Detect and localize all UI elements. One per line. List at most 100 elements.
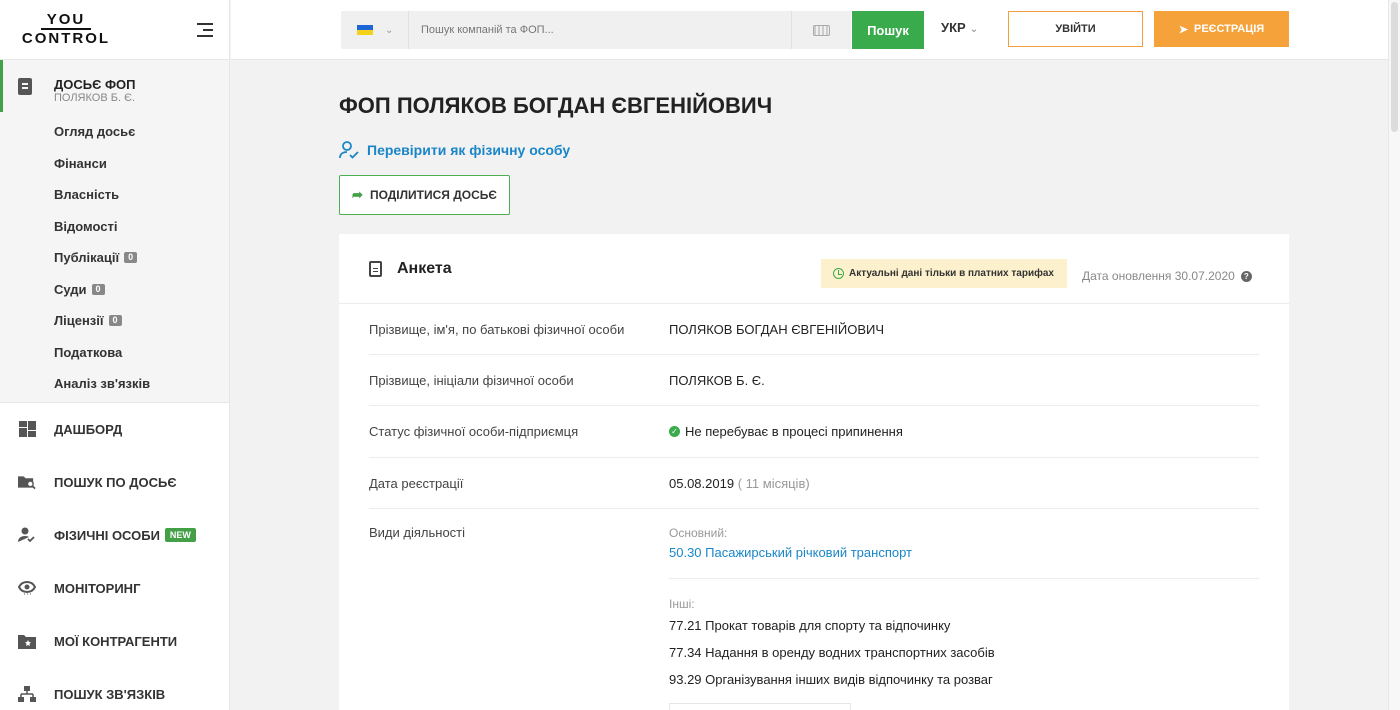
nav-dossier-search[interactable]: ПОШУК ПО ДОСЬЄ [0, 456, 229, 509]
folder-search-icon [18, 473, 36, 491]
registration-date: 05.08.2019 [669, 476, 735, 491]
nav-monitoring[interactable]: МОНІТОРИНГ [0, 562, 229, 615]
row-label: Статус фізичної особи-підприємця [369, 424, 579, 439]
info-row: Дата реєстрації 05.08.2019 ( 11 місяців) [369, 458, 1259, 509]
dossier-section: ДОСЬЄ ФОП ПОЛЯКОВ Б. Є. Огляд досьє Фіна… [0, 60, 229, 403]
sidebar-item-info[interactable]: Відомості [0, 211, 229, 243]
row-label: Прізвище, ініціали фізичної особи [369, 373, 574, 388]
folder-star-icon [18, 632, 36, 650]
chevron-down-icon: ⌄ [969, 24, 979, 35]
main-activity-label: Основний: [669, 526, 728, 540]
search-button[interactable]: Пошук [852, 11, 924, 49]
count-badge: 0 [91, 283, 105, 295]
check-link-label: Перевірити як фізичну особу [367, 142, 571, 158]
clock-icon [833, 268, 844, 279]
register-label: РЕЄСТРАЦІЯ [1194, 23, 1265, 35]
collapse-menu-icon[interactable] [197, 22, 213, 37]
paid-notice-text: Актуальні дані тільки в платних тарифах [849, 268, 1054, 279]
update-date-text: Дата оновлення 30.07.2020 [1082, 269, 1235, 283]
sidebar-item-property[interactable]: Власність [0, 179, 229, 211]
nav-label: ФІЗИЧНІ ОСОБИ [54, 527, 160, 543]
row-value: ПОЛЯКОВ Б. Є. [669, 373, 765, 388]
nav-label: ПОШУК ЗВ'ЯЗКІВ [54, 686, 166, 702]
new-badge: NEW [164, 528, 196, 542]
info-row: Прізвище, ім'я, по батькові фізичної осо… [369, 304, 1259, 355]
sidebar-item-label: Відомості [54, 218, 118, 234]
main-content: ФОП ПОЛЯКОВ БОГДАН ЄВГЕНІЙОВИЧ Перевірит… [231, 61, 1388, 710]
rocket-icon: ➤ [1178, 23, 1188, 36]
chevron-down-icon: ⌄ [385, 24, 394, 36]
row-label: Прізвище, ім'я, по батькові фізичної осо… [369, 322, 625, 337]
logo-row: YOU CONTROL [0, 0, 229, 60]
sidebar-item-label: Аналіз зв'язків [54, 376, 151, 392]
info-row: Статус фізичної особи-підприємця ✓ Не пе… [369, 406, 1259, 458]
sidebar-item-label: Огляд досьє [54, 124, 136, 140]
share-arrow-icon: ➦ [352, 187, 363, 202]
info-row: Прізвище, ініціали фізичної особи ПОЛЯКО… [369, 355, 1259, 406]
sidebar: YOU CONTROL ДОСЬЄ ФОП ПОЛЯКОВ Б. Є. Огля… [0, 0, 230, 710]
paid-data-notice: Актуальні дані тільки в платних тарифах [821, 259, 1067, 288]
main-activity-link[interactable]: 50.30 Пасажирський річковий транспорт [669, 545, 912, 560]
register-button[interactable]: ➤ РЕЄСТРАЦІЯ [1154, 11, 1289, 47]
share-dossier-button[interactable]: ➦ ПОДІЛИТИСЯ ДОСЬЄ [339, 175, 510, 215]
nav-connections-search[interactable]: ПОШУК ЗВ'ЯЗКІВ [0, 668, 229, 710]
count-badge: 0 [124, 252, 138, 264]
sidebar-item-label: Ліцензії [54, 313, 104, 329]
logo[interactable]: YOU CONTROL [21, 11, 111, 48]
status-text: Не перебуває в процесі припинення [685, 424, 903, 439]
sidebar-item-label: Публікації [54, 250, 120, 266]
profile-card: Анкета Актуальні дані тільки в платних т… [339, 234, 1289, 710]
search-bar: ⌄ [341, 11, 851, 49]
sidebar-item-connections-analysis[interactable]: Аналіз зв'язків [0, 368, 229, 400]
language-select[interactable]: УКР ⌄ [941, 20, 978, 35]
nav-label: ДАШБОРД [54, 421, 123, 437]
show-more-button[interactable] [669, 703, 851, 710]
sidebar-item-label: Суди [54, 281, 87, 297]
person-check-icon [18, 526, 36, 544]
eye-icon [18, 579, 36, 597]
dossier-subtitle: ПОЛЯКОВ Б. Є. [54, 92, 136, 104]
row-label: Види діяльності [369, 525, 466, 540]
sidebar-item-label: Фінанси [54, 155, 107, 171]
registration-duration: ( 11 місяців) [737, 476, 810, 491]
scrollbar-thumb[interactable] [1391, 2, 1398, 132]
dashboard-icon [18, 420, 36, 438]
nav-individuals[interactable]: ФІЗИЧНІ ОСОБИ NEW [0, 509, 229, 562]
language-label: УКР [941, 20, 966, 35]
sidebar-item-publications[interactable]: Публікації 0 [0, 242, 229, 274]
card-header: Анкета Актуальні дані тільки в платних т… [339, 234, 1289, 304]
login-button[interactable]: УВІЙТИ [1008, 11, 1143, 47]
other-activity-item: 93.29 Організування інших видів відпочин… [669, 672, 993, 687]
search-input[interactable] [409, 11, 791, 49]
sidebar-item-label: Власність [54, 187, 120, 203]
dossier-header[interactable]: ДОСЬЄ ФОП ПОЛЯКОВ Б. Є. [0, 60, 229, 116]
check-as-individual-link[interactable]: Перевірити як фізичну особу [339, 141, 570, 159]
logo-bottom-text: CONTROL [21, 30, 111, 47]
hierarchy-icon [18, 685, 36, 703]
other-activity-item: 77.34 Надання в оренду водних транспортн… [669, 645, 995, 660]
sidebar-item-courts[interactable]: Суди 0 [0, 274, 229, 306]
nav-label: МОЇ КОНТРАГЕНТИ [54, 633, 178, 649]
ukraine-flag-icon [357, 25, 373, 35]
row-value: ПОЛЯКОВ БОГДАН ЄВГЕНІЙОВИЧ [669, 322, 885, 337]
page-scrollbar[interactable] [1388, 0, 1400, 710]
nav-dashboard[interactable]: ДАШБОРД [0, 403, 229, 456]
sidebar-item-finances[interactable]: Фінанси [0, 148, 229, 180]
check-circle-icon: ✓ [669, 426, 680, 437]
keyboard-icon[interactable] [791, 11, 851, 49]
nav-my-counterparties[interactable]: МОЇ КОНТРАГЕНТИ [0, 615, 229, 668]
person-check-icon [339, 141, 359, 159]
sidebar-item-overview[interactable]: Огляд досьє [0, 116, 229, 148]
sidebar-item-tax[interactable]: Податкова [0, 337, 229, 369]
nav-label: ПОШУК ПО ДОСЬЄ [54, 474, 177, 490]
help-icon[interactable]: ? [1240, 270, 1252, 282]
row-value: 05.08.2019 ( 11 місяців) [669, 476, 810, 491]
card-title: Анкета [397, 259, 452, 277]
row-label: Дата реєстрації [369, 476, 464, 491]
sidebar-item-licenses[interactable]: Ліцензії 0 [0, 305, 229, 337]
document-icon [369, 260, 382, 277]
status-value: ✓ Не перебуває в процесі припинення [669, 424, 903, 439]
update-date: Дата оновлення 30.07.2020 ? [1082, 269, 1252, 283]
country-select[interactable]: ⌄ [341, 11, 409, 49]
count-badge: 0 [108, 315, 122, 327]
